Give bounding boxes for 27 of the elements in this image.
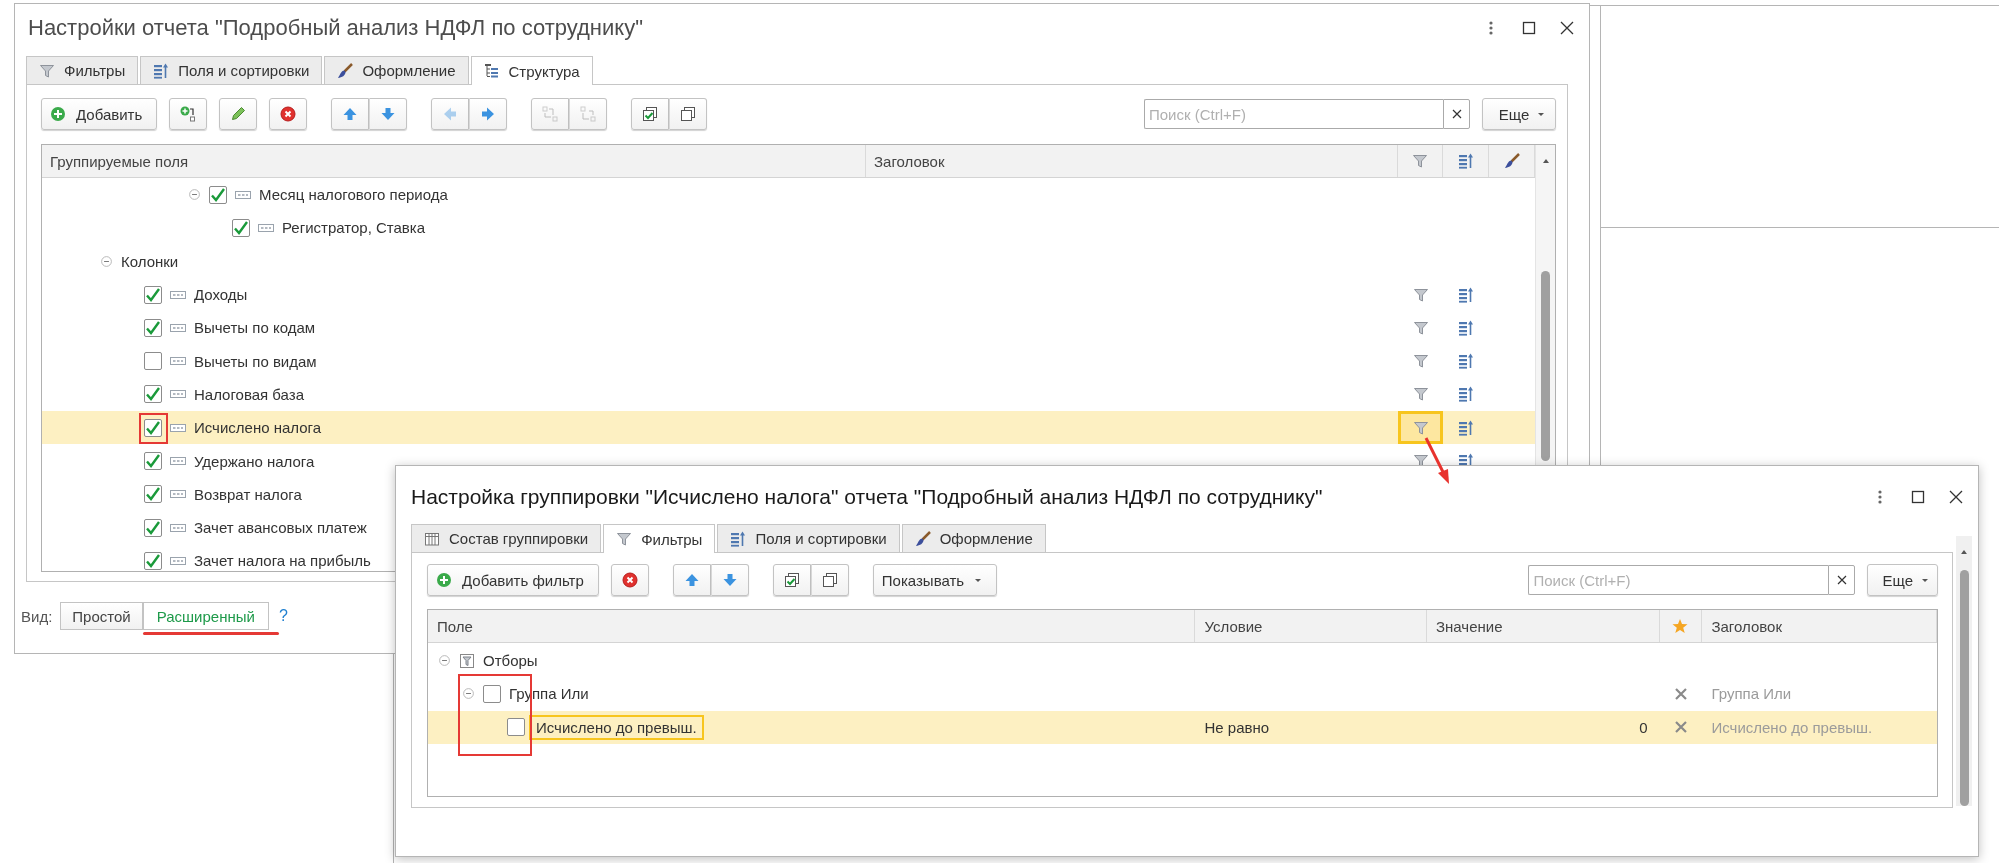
window-title: Настройка группировки "Исчислено налога" отчета "Подробный анализ НДФЛ по сотруднику" <box>411 485 1324 509</box>
field-name: Налоговая база <box>194 385 304 403</box>
column-header: Группируемые поля <box>42 145 866 177</box>
field-name: Исчислено налога <box>194 419 322 437</box>
column-header: Значение <box>1427 610 1660 642</box>
section-name: Колонки <box>121 252 179 270</box>
column-header: Заголовок <box>1702 610 1937 642</box>
field-name: Вычеты по кодам <box>194 319 316 337</box>
field-name: Исчислено до превыш. <box>529 714 704 740</box>
condition-text: Не равно <box>1204 718 1270 736</box>
column-header: Заголовок <box>866 145 1398 177</box>
field-name: Зачет налога на прибыль <box>194 552 371 570</box>
column-header: Условие <box>1195 610 1427 642</box>
field-name: Возврат налога <box>194 485 302 503</box>
field-name: Регистратор, Ставка <box>282 219 426 237</box>
title-text: Группа Или <box>1711 685 1792 703</box>
field-name: Вычеты по видам <box>194 352 317 370</box>
field-name: Удержано налога <box>194 452 315 470</box>
title-text: Исчислено до превыш. <box>1711 718 1873 736</box>
window-title: Настройки отчета "Подробный анализ НДФЛ по сотруднику" <box>28 15 644 41</box>
column-header: Поле <box>428 610 1196 642</box>
field-name: Доходы <box>194 286 248 304</box>
field-name: Зачет авансовых платеж <box>194 519 367 537</box>
filters-root-name: Отборы <box>483 652 538 670</box>
field-name: Месяц налогового периода <box>259 186 448 204</box>
value-text: 0 <box>1639 718 1648 736</box>
view-label: Вид: <box>21 607 53 625</box>
